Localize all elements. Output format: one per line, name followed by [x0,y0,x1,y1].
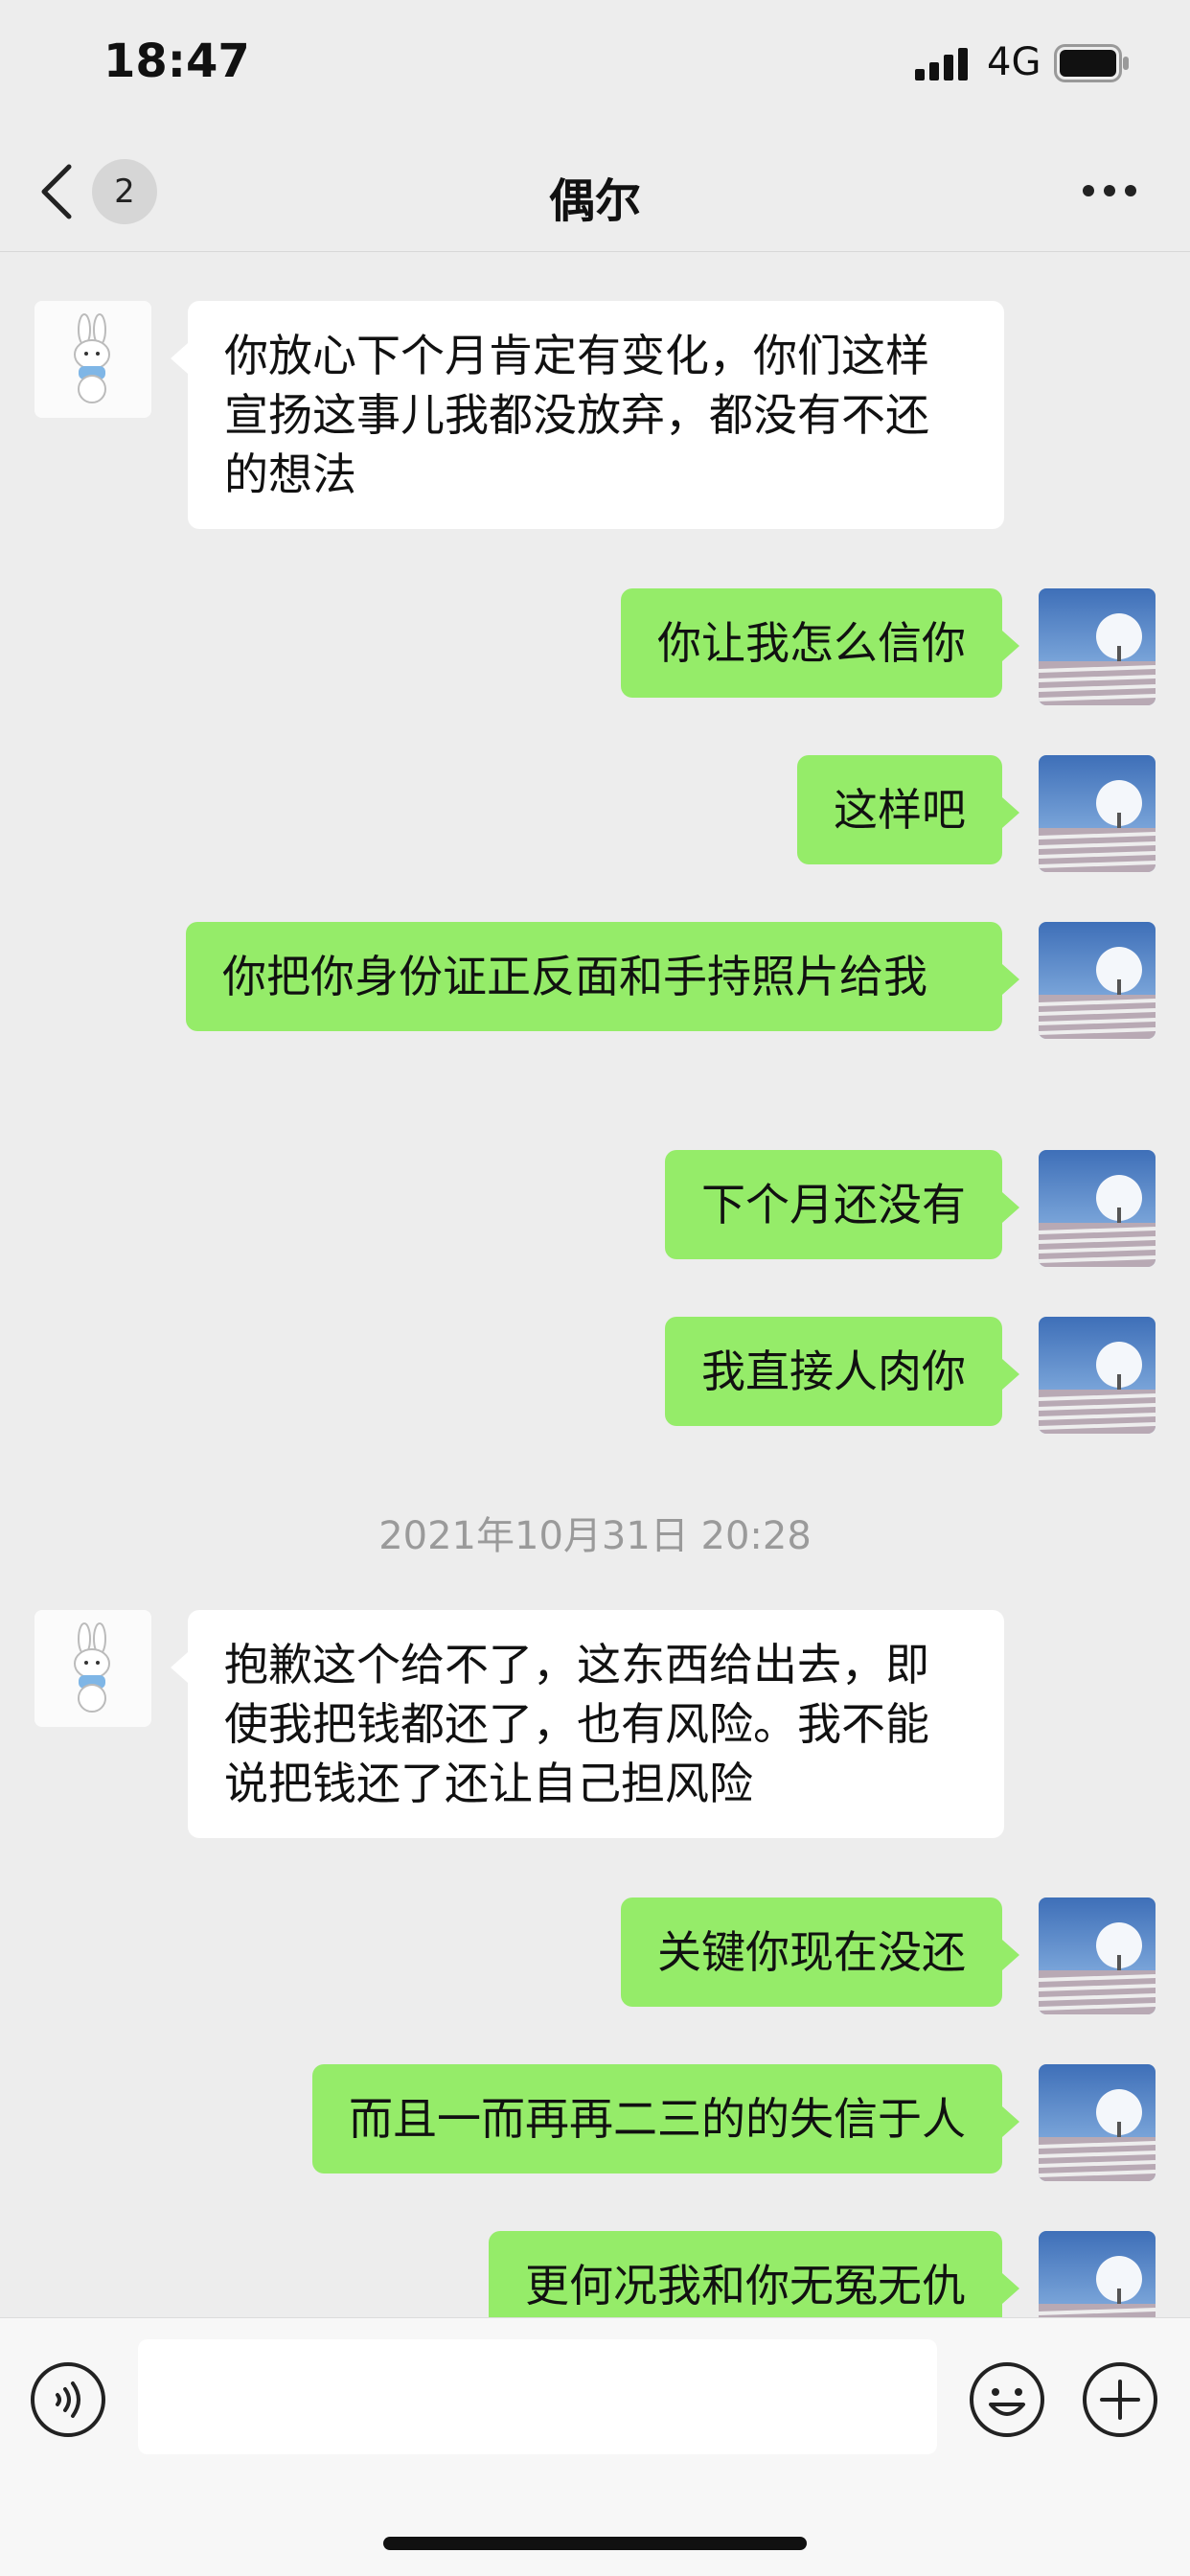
snow-tree-landscape-icon [1039,1317,1156,1434]
battery-icon [1054,44,1129,82]
chat-title: 偶尔 [548,174,641,228]
message-bubble-sent[interactable]: 你把你身份证正反面和手持照片给我 [186,922,1019,1031]
status-time: 18:47 [103,34,250,88]
status-bar: 18:47 4G [0,0,1190,134]
message-bubble-sent[interactable]: 关键你现在没还 [621,1898,1019,2007]
network-label: 4G [987,40,1041,84]
contact-avatar[interactable] [34,301,151,418]
bunny-icon [34,301,151,418]
emoji-icon[interactable] [968,2360,1046,2439]
user-avatar[interactable] [1039,755,1156,872]
user-avatar[interactable] [1039,2064,1156,2181]
user-avatar[interactable] [1039,1898,1156,2014]
message-bubble-sent[interactable]: 这样吧 [797,755,1019,864]
user-avatar[interactable] [1039,922,1156,1039]
user-avatar[interactable] [1039,588,1156,705]
voice-icon[interactable] [29,2360,107,2439]
input-bar [0,2317,1190,2576]
snow-tree-landscape-icon [1039,588,1156,705]
user-avatar[interactable] [1039,1317,1156,1434]
snow-tree-landscape-icon [1039,1898,1156,2014]
home-indicator [383,2537,807,2550]
contact-avatar[interactable] [34,1610,151,1727]
snow-tree-landscape-icon [1039,2064,1156,2181]
snow-tree-landscape-icon [1039,1150,1156,1267]
message-bubble-sent[interactable]: 下个月还没有 [665,1150,1019,1259]
bunny-icon [34,1610,151,1727]
message-input[interactable] [138,2339,937,2454]
more-horizontal-icon[interactable] [1081,176,1138,205]
message-bubble-received[interactable]: 抱歉这个给不了，这东西给出去，即使我把钱都还了，也有风险。我不能说把钱还了还让自… [171,1610,1004,1838]
signal-icon [915,48,968,80]
user-avatar[interactable] [1039,1150,1156,1267]
chat-screen: 18:47 4G 2 偶尔 你放心下个月肯定有变化，你们这样宣扬这事儿我都没放弃… [0,0,1190,2576]
message-bubble-received[interactable]: 你放心下个月肯定有变化，你们这样宣扬这事儿我都没放弃，都没有不还的想法 [171,301,1004,529]
message-bubble-sent[interactable]: 而且一而再再二三的的失信于人 [312,2064,1019,2174]
snow-tree-landscape-icon [1039,755,1156,872]
message-timestamp: 2021年10月31日 20:28 [378,1514,812,1558]
nav-bar: 2 偶尔 [0,134,1190,252]
snow-tree-landscape-icon [1039,922,1156,1039]
message-bubble-sent[interactable]: 我直接人肉你 [665,1317,1019,1426]
plus-circle-icon[interactable] [1081,2360,1159,2439]
message-bubble-sent[interactable]: 你让我怎么信你 [621,588,1019,698]
